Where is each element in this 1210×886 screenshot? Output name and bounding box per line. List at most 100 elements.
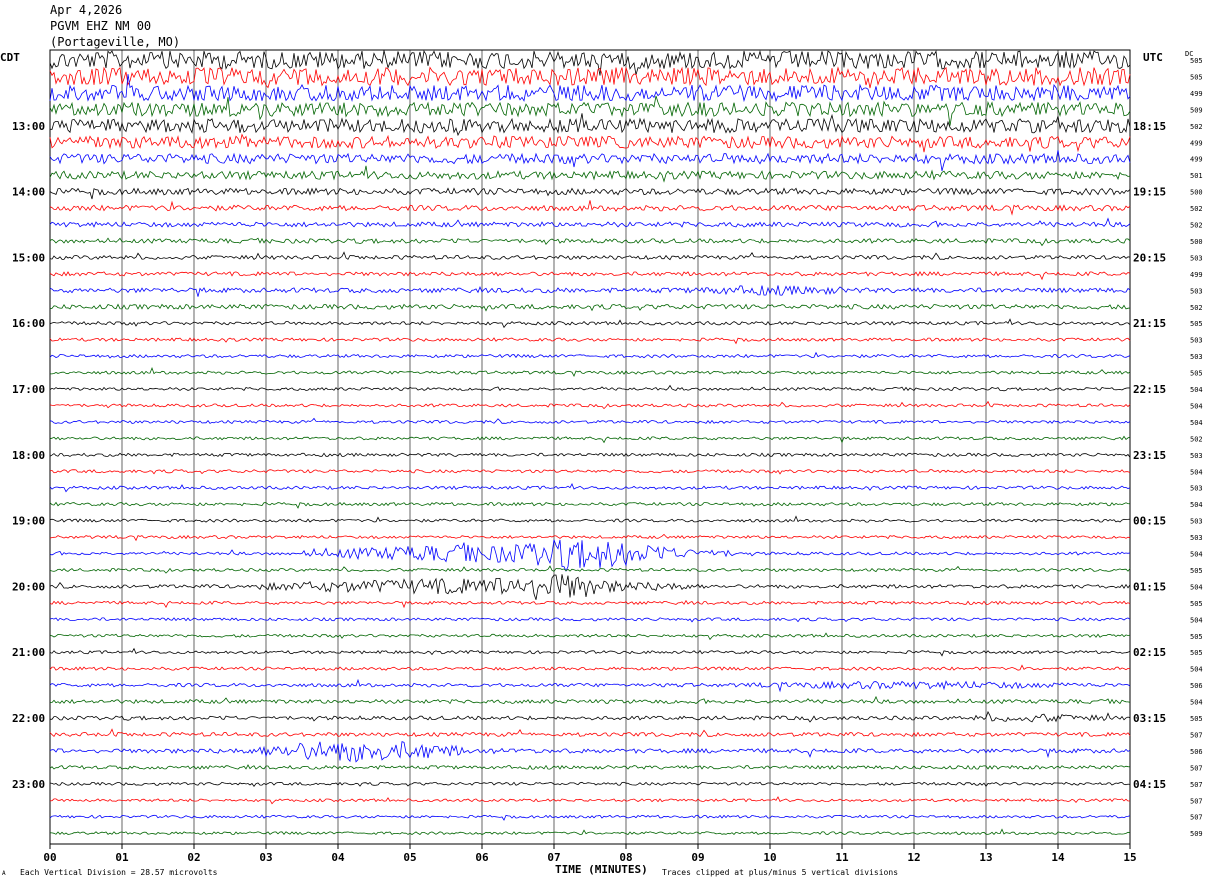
trace-row-15 [49,303,1131,312]
dc-offset-label: 507 [1190,764,1203,772]
trace-row-45 [49,796,1131,805]
dc-offset-label: 505 [1190,567,1203,575]
dc-offset-label: 503 [1190,518,1203,526]
dc-offset-label: 503 [1190,534,1203,542]
trace-row-21 [49,400,1131,410]
trace-row-2 [49,74,1131,103]
dc-offset-label: 503 [1190,254,1203,262]
trace-row-23 [49,435,1131,444]
trace-row-40 [49,710,1131,723]
trace-row-19 [50,366,1131,377]
dc-offset-label: 499 [1190,90,1203,98]
trace-row-17 [49,337,1131,345]
trace-row-7 [49,165,1131,183]
trace-row-28 [49,515,1131,523]
dc-offset-label: 505 [1190,370,1203,378]
dc-offset-label: 503 [1190,452,1203,460]
right-hour-label: 02:15 [1133,646,1166,659]
trace-row-33 [49,599,1131,609]
clip-note: Traces clipped at plus/minus 5 vertical … [662,868,899,877]
trace-row-27 [49,501,1131,509]
dc-offset-label: 504 [1190,386,1203,394]
right-hour-label: 19:15 [1133,186,1166,199]
right-hour-label: 22:15 [1133,383,1166,396]
dc-offset-label: 509 [1190,106,1203,114]
trace-row-6 [49,150,1131,171]
trace-row-44 [49,781,1131,788]
x-tick-label: 05 [403,851,416,864]
x-tick-label: 04 [331,851,345,864]
trace-row-26 [49,483,1131,493]
dc-offset-label: 502 [1190,222,1203,230]
right-hour-label: 00:15 [1133,515,1166,528]
dc-offset-label: 505 [1190,633,1203,641]
left-hour-label: 23:00 [12,778,45,791]
trace-row-18 [49,351,1131,359]
trace-row-46 [49,814,1131,821]
x-tick-label: 12 [907,851,920,864]
dc-offset-label: 504 [1190,419,1203,427]
left-hour-label: 15:00 [12,251,45,264]
plot-frame [49,49,1131,845]
dc-offset-label: 505 [1190,649,1203,657]
dc-offset-label: 504 [1190,666,1203,674]
right-hour-label: 20:15 [1133,251,1166,264]
trace-row-32 [49,574,1131,600]
x-tick-label: 11 [835,851,849,864]
x-tick-label: 02 [187,851,200,864]
x-tick-label: 06 [475,851,489,864]
scale-note: Each Vertical Division = 28.57 microvolt… [20,868,218,877]
dc-offset-label: 504 [1190,468,1203,476]
dc-offset-label: 502 [1190,435,1203,443]
x-tick-label: 15 [1123,851,1136,864]
left-hour-label: 22:00 [12,712,45,725]
dc-offset-label: 504 [1190,551,1203,559]
trace-row-25 [49,469,1131,475]
trace-row-11 [49,237,1131,247]
x-tick-label: 13 [979,851,992,864]
trace-row-24 [49,452,1131,458]
trace-row-8 [49,187,1131,200]
right-hour-label: 04:15 [1133,778,1166,791]
trace-row-43 [49,764,1131,770]
trace-row-9 [49,200,1131,216]
dc-offset-label: 505 [1190,715,1203,723]
right-hour-label: 18:15 [1133,120,1166,133]
trace-row-30 [49,539,1131,572]
trace-row-47 [49,828,1131,836]
left-hour-label: 14:00 [12,186,45,199]
dc-offset-label: 499 [1190,139,1203,147]
dc-offset-label: 500 [1190,189,1203,197]
x-tick-label: 10 [763,851,776,864]
dc-offset-label: 503 [1190,287,1203,295]
dc-offset-label: 504 [1190,402,1203,410]
dc-offset-label: 502 [1190,205,1203,213]
trace-row-41 [49,728,1131,738]
left-hour-label: 16:00 [12,317,45,330]
right-hour-label: 01:15 [1133,580,1166,593]
trace-row-31 [49,565,1131,574]
dc-offset-label: 502 [1190,123,1203,131]
trace-row-29 [49,533,1131,542]
right-hour-label: 23:15 [1133,449,1166,462]
dc-offset-label: 507 [1190,797,1203,805]
x-tick-label: 03 [259,851,272,864]
dc-offset-label: 506 [1190,748,1203,756]
trace-row-36 [49,647,1131,657]
trace-row-14 [49,285,1131,297]
left-hour-label: 20:00 [12,580,45,593]
trace-row-38 [49,678,1131,693]
dc-offset-label: 504 [1190,699,1203,707]
left-hour-label: 17:00 [12,383,45,396]
x-tick-label: 00 [43,851,56,864]
dc-offset-label: 505 [1190,320,1203,328]
dc-offset-label: 499 [1190,156,1203,164]
trace-row-10 [49,217,1131,228]
dc-offset-label: 503 [1190,337,1203,345]
trace-row-22 [49,417,1131,425]
right-hour-label: 21:15 [1133,317,1166,330]
x-tick-label: 09 [691,851,704,864]
dc-offset-label: 503 [1190,485,1203,493]
trace-row-12 [49,251,1131,261]
dc-offset-label: 499 [1190,271,1203,279]
